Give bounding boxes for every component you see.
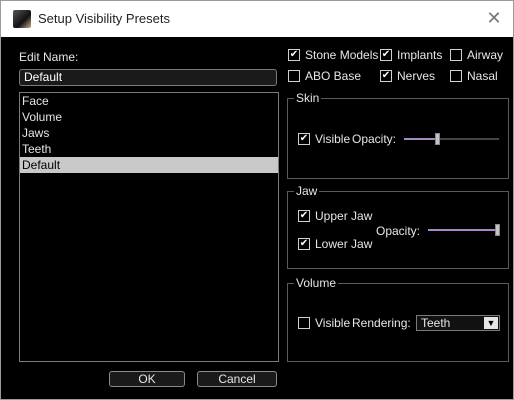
- upper-jaw-checkbox[interactable]: ✔: [298, 210, 310, 222]
- stone-models-label: Stone Models: [305, 48, 379, 62]
- skin-group-title: Skin: [294, 91, 322, 105]
- title-bar[interactable]: Setup Visibility Presets ✕: [1, 1, 513, 37]
- volume-visible-label: Visible: [315, 316, 351, 330]
- preset-item-jaws[interactable]: Jaws: [20, 125, 278, 141]
- jaw-opacity-slider[interactable]: [428, 224, 500, 236]
- dialog-body: Edit Name: Default Face Volume Jaws Teet…: [1, 37, 513, 399]
- skin-opacity-slider-thumb[interactable]: [435, 133, 440, 145]
- abo-base-label: ABO Base: [305, 69, 362, 83]
- nasal-checkbox[interactable]: [450, 70, 462, 82]
- implants-label: Implants: [397, 48, 443, 62]
- lower-jaw-label: Lower Jaw: [315, 237, 373, 251]
- jaw-opacity-label: Opacity:: [376, 224, 421, 238]
- volume-visible-checkbox[interactable]: [298, 317, 310, 329]
- skin-opacity-slider[interactable]: [404, 133, 499, 145]
- nasal-label: Nasal: [467, 69, 498, 83]
- lower-jaw-checkbox[interactable]: ✔: [298, 238, 310, 250]
- window-title: Setup Visibility Presets: [38, 11, 170, 26]
- volume-rendering-label: Rendering:: [352, 316, 411, 330]
- edit-name-input[interactable]: Default: [19, 69, 277, 86]
- rendering-dropdown[interactable]: Teeth ▼: [416, 315, 500, 331]
- airway-checkbox[interactable]: [450, 49, 462, 61]
- preset-list[interactable]: Face Volume Jaws Teeth Default: [19, 92, 279, 362]
- setup-visibility-presets-dialog: Setup Visibility Presets ✕ Edit Name: De…: [0, 0, 514, 400]
- close-icon[interactable]: ✕: [483, 7, 505, 29]
- jaw-opacity-slider-thumb[interactable]: [495, 224, 500, 236]
- preset-item-teeth[interactable]: Teeth: [20, 141, 278, 157]
- stone-models-checkbox[interactable]: ✔: [288, 49, 300, 61]
- edit-name-label: Edit Name:: [19, 50, 79, 64]
- ok-button[interactable]: OK: [109, 371, 185, 387]
- upper-jaw-label: Upper Jaw: [315, 209, 373, 223]
- preset-item-default[interactable]: Default: [20, 157, 278, 173]
- rendering-dropdown-value: Teeth: [421, 316, 451, 330]
- jaw-group-title: Jaw: [294, 184, 320, 198]
- airway-label: Airway: [467, 48, 504, 62]
- volume-group-title: Volume: [294, 276, 339, 290]
- jaw-group: Jaw ✔ Upper Jaw Opacity: ✔ Lower Jaw: [287, 184, 509, 269]
- volume-group: Volume Visible Rendering: Teeth ▼: [287, 276, 509, 362]
- cancel-button[interactable]: Cancel: [197, 371, 277, 387]
- abo-base-checkbox[interactable]: [288, 70, 300, 82]
- chevron-down-icon[interactable]: ▼: [484, 317, 498, 329]
- skin-opacity-label: Opacity:: [352, 132, 397, 146]
- preset-item-face[interactable]: Face: [20, 93, 278, 109]
- skin-group: Skin ✔ Visible Opacity:: [287, 91, 509, 179]
- skin-visible-checkbox[interactable]: ✔: [298, 133, 310, 145]
- implants-checkbox[interactable]: ✔: [380, 49, 392, 61]
- nerves-checkbox[interactable]: ✔: [380, 70, 392, 82]
- nerves-label: Nerves: [397, 69, 436, 83]
- skin-visible-label: Visible: [315, 132, 351, 146]
- app-icon: [13, 10, 31, 28]
- preset-item-volume[interactable]: Volume: [20, 109, 278, 125]
